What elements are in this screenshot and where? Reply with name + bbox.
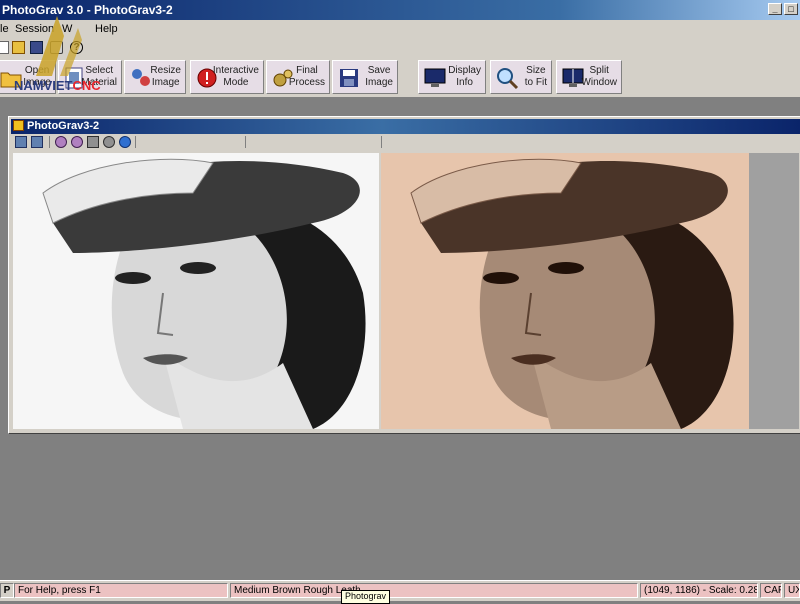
app-icon: [13, 119, 24, 131]
app-title: PhotoGrav 3.0 - PhotoGrav3-2: [2, 3, 173, 17]
rotate-right-icon[interactable]: [71, 136, 83, 148]
split-window-label-1: Split: [589, 65, 609, 76]
toolbar-separator-4: [381, 136, 382, 148]
rotate-left-icon[interactable]: [55, 136, 67, 148]
display-info-button[interactable]: Display Info: [418, 60, 486, 94]
tooltip: Photograv: [341, 590, 391, 604]
child-title-bar-right: [381, 119, 800, 134]
standard-toolbar: ?: [0, 39, 800, 57]
original-image[interactable]: [13, 153, 379, 429]
logo-text-2: CNC: [72, 78, 101, 93]
image-child-window[interactable]: PhotoGrav3-2: [8, 116, 800, 434]
resize-image-label-1: Resize: [150, 65, 181, 76]
split-window-button[interactable]: Split Window: [556, 60, 622, 94]
final-process-label-1: Final: [296, 65, 318, 76]
save-image-button[interactable]: Save Image: [332, 60, 398, 94]
status-coordinates: (1049, 1186) - Scale: 0.281: [640, 583, 758, 598]
open-folder-icon[interactable]: [12, 41, 25, 54]
resize-image-label-2: Image: [151, 77, 180, 88]
interactive-mode-label-1: Interactive: [212, 65, 259, 76]
child-title: PhotoGrav3-2: [27, 120, 100, 132]
status-app-icon: P: [0, 583, 14, 598]
monitor-icon: [424, 68, 446, 87]
size-to-fit-label-1: Size: [526, 65, 546, 76]
logo-text-1: NAMVIET: [14, 78, 73, 93]
size-to-fit-button[interactable]: Size to Fit: [490, 60, 552, 94]
split-window-label-2: Window: [581, 77, 617, 88]
menu-help[interactable]: Help: [95, 23, 118, 35]
menu-file[interactable]: le: [0, 23, 9, 35]
portrait-bw-photo: [13, 153, 379, 429]
flip-icon[interactable]: [87, 136, 99, 148]
size-to-fit-label-2: to Fit: [524, 77, 547, 88]
view-icon[interactable]: [15, 136, 27, 148]
magnifier-icon: [497, 68, 519, 90]
minimize-button[interactable]: _: [768, 3, 782, 15]
display-info-label-1: Display: [448, 65, 481, 76]
final-process-button[interactable]: Final Process: [266, 60, 330, 94]
resize-image-button[interactable]: Resize Image: [124, 60, 186, 94]
resize-icon: [132, 69, 150, 86]
layout-icon[interactable]: [31, 136, 43, 148]
status-material: Medium Brown Rough Leath: [230, 583, 638, 598]
toolbar-separator: [49, 136, 50, 148]
refresh-icon[interactable]: [119, 136, 131, 148]
empty-canvas-area: [749, 153, 799, 429]
status-num-lock: UX: [784, 583, 800, 598]
toolbar-separator-2: [135, 136, 136, 148]
status-bar: P For Help, press F1 Medium Brown Rough …: [0, 580, 800, 601]
floppy-icon: [340, 69, 358, 87]
new-file-icon[interactable]: [0, 41, 9, 54]
status-help-text: For Help, press F1: [14, 583, 228, 598]
select-material-label-1: Select: [85, 65, 114, 76]
final-process-label-2: Process: [288, 77, 325, 88]
mdi-workspace: PhotoGrav3-2: [0, 98, 800, 580]
app-title-bar[interactable]: PhotoGrav 3.0 - PhotoGrav3-2 _ □: [0, 0, 800, 20]
display-info-label-2: Info: [456, 77, 473, 88]
child-title-bar[interactable]: PhotoGrav3-2: [11, 119, 383, 134]
toolbar-separator-3: [245, 136, 246, 148]
portrait-leather-photo: [381, 153, 749, 429]
save-image-label-1: Save: [367, 65, 391, 76]
status-caps-lock: CAP: [760, 583, 782, 598]
child-toolbar: [11, 134, 800, 150]
watermark-logo: NAMVIETCNC: [14, 78, 101, 93]
logo-mark-icon: [36, 16, 82, 76]
processed-image[interactable]: [381, 153, 749, 429]
interactive-mode-button[interactable]: Interactive Mode: [190, 60, 264, 94]
main-toolbar: Open Image Select Material Resize Image Int…: [0, 57, 800, 98]
maximize-button[interactable]: □: [784, 3, 798, 15]
menu-bar: le Session W Help: [0, 20, 800, 40]
mirror-icon[interactable]: [103, 136, 115, 148]
interactive-mode-label-2: Mode: [223, 77, 249, 88]
save-image-label-2: Image: [365, 77, 393, 88]
